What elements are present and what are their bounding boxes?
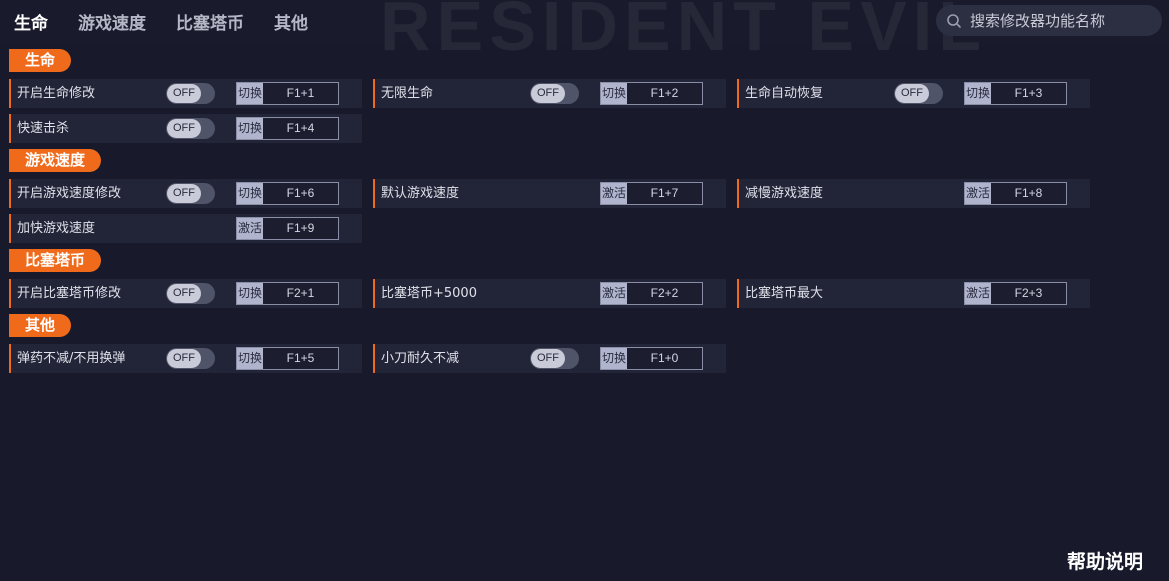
cheat-row: 减慢游戏速度 激活 F1+8 xyxy=(737,179,1090,208)
hotkey-mode-label: 切换 xyxy=(237,118,263,139)
search-icon xyxy=(947,13,961,28)
toggle-knob: OFF xyxy=(531,349,565,368)
toggle-knob: OFF xyxy=(167,119,201,138)
hotkey-field[interactable]: 切换 F1+2 xyxy=(600,82,703,105)
section-header: 游戏速度 xyxy=(9,149,102,172)
hotkey-key: F2+1 xyxy=(263,283,338,304)
cheat-toggle[interactable]: OFF xyxy=(166,283,215,304)
hotkey-field[interactable]: 激活 F2+2 xyxy=(600,282,703,305)
cheat-label: 比塞塔币最大 xyxy=(745,286,824,301)
tab-game-speed[interactable]: 游戏速度 xyxy=(78,3,146,40)
hotkey-field[interactable]: 激活 F1+8 xyxy=(964,182,1067,205)
cheat-toggle[interactable]: OFF xyxy=(166,118,215,139)
hotkey-key: F1+3 xyxy=(991,83,1066,104)
cheat-row: 比塞塔币最大 激活 F2+3 xyxy=(737,279,1090,308)
hotkey-mode-label: 切换 xyxy=(601,348,627,369)
tab-life[interactable]: 生命 xyxy=(14,3,48,40)
cheat-row: 无限生命 OFF 切换 F1+2 xyxy=(373,79,726,108)
hotkey-mode-label: 激活 xyxy=(601,283,627,304)
cheat-row: 开启游戏速度修改 OFF 切换 F1+6 xyxy=(9,179,362,208)
tab-peseta[interactable]: 比塞塔币 xyxy=(176,3,244,40)
hotkey-mode-label: 激活 xyxy=(601,183,627,204)
cheat-toggle[interactable]: OFF xyxy=(530,83,579,104)
cheat-label: 开启比塞塔币修改 xyxy=(17,286,122,301)
cheat-row: 生命自动恢复 OFF 切换 F1+3 xyxy=(737,79,1090,108)
top-bar: RESIDENT EVIL 生命 游戏速度 比塞塔币 其他 xyxy=(0,0,1169,65)
hotkey-key: F1+7 xyxy=(627,183,702,204)
hotkey-field[interactable]: 切换 F1+5 xyxy=(236,347,339,370)
tab-bar: 生命 游戏速度 比塞塔币 其他 xyxy=(14,0,338,42)
toggle-knob: OFF xyxy=(167,349,201,368)
hotkey-key: F1+9 xyxy=(263,218,338,239)
toggle-knob: OFF xyxy=(167,84,201,103)
cheat-label: 小刀耐久不减 xyxy=(381,351,460,366)
toggle-knob: OFF xyxy=(167,184,201,203)
hotkey-field[interactable]: 切换 F2+1 xyxy=(236,282,339,305)
hotkey-mode-label: 切换 xyxy=(237,283,263,304)
search-input[interactable] xyxy=(968,10,1162,31)
cheat-row: 小刀耐久不减 OFF 切换 F1+0 xyxy=(373,344,726,373)
hotkey-field[interactable]: 切换 F1+3 xyxy=(964,82,1067,105)
cheat-label: 无限生命 xyxy=(381,86,434,101)
cheat-row: 开启生命修改 OFF 切换 F1+1 xyxy=(9,79,362,108)
cheat-row: 加快游戏速度 激活 F1+9 xyxy=(9,214,362,243)
hotkey-field[interactable]: 切换 F1+6 xyxy=(236,182,339,205)
cheat-toggle[interactable]: OFF xyxy=(166,83,215,104)
background-logo-watermark: RESIDENT EVIL xyxy=(380,0,987,65)
cheat-toggle[interactable]: OFF xyxy=(530,348,579,369)
hotkey-mode-label: 激活 xyxy=(965,283,991,304)
hotkey-field[interactable]: 激活 F1+9 xyxy=(236,217,339,240)
toggle-knob: OFF xyxy=(167,284,201,303)
tab-other[interactable]: 其他 xyxy=(274,3,308,40)
hotkey-mode-label: 切换 xyxy=(237,83,263,104)
cheat-row: 比塞塔币+5000 激活 F2+2 xyxy=(373,279,726,308)
hotkey-key: F1+4 xyxy=(263,118,338,139)
cheat-label: 弹药不减/不用换弹 xyxy=(17,351,126,366)
section-header: 比塞塔币 xyxy=(9,249,102,272)
cheat-row: 弹药不减/不用换弹 OFF 切换 F1+5 xyxy=(9,344,362,373)
hotkey-field[interactable]: 激活 F2+3 xyxy=(964,282,1067,305)
cheat-label: 减慢游戏速度 xyxy=(745,186,824,201)
toggle-knob: OFF xyxy=(895,84,929,103)
hotkey-mode-label: 切换 xyxy=(601,83,627,104)
hotkey-mode-label: 切换 xyxy=(965,83,991,104)
hotkey-key: F1+6 xyxy=(263,183,338,204)
section-header: 其他 xyxy=(9,314,72,337)
help-button[interactable]: 帮助说明 xyxy=(1067,547,1143,574)
hotkey-key: F1+2 xyxy=(627,83,702,104)
hotkey-key: F1+8 xyxy=(991,183,1066,204)
cheat-row: 快速击杀 OFF 切换 F1+4 xyxy=(9,114,362,143)
toggle-knob: OFF xyxy=(531,84,565,103)
cheat-row: 开启比塞塔币修改 OFF 切换 F2+1 xyxy=(9,279,362,308)
hotkey-mode-label: 激活 xyxy=(237,218,263,239)
hotkey-field[interactable]: 激活 F1+7 xyxy=(600,182,703,205)
hotkey-mode-label: 切换 xyxy=(237,183,263,204)
cheat-label: 默认游戏速度 xyxy=(381,186,460,201)
cheat-label: 开启游戏速度修改 xyxy=(17,186,122,201)
section-header: 生命 xyxy=(9,49,72,72)
hotkey-key: F1+1 xyxy=(263,83,338,104)
hotkey-mode-label: 激活 xyxy=(965,183,991,204)
hotkey-key: F2+2 xyxy=(627,283,702,304)
hotkey-field[interactable]: 切换 F1+0 xyxy=(600,347,703,370)
cheat-toggle[interactable]: OFF xyxy=(166,183,215,204)
search-box[interactable] xyxy=(936,5,1162,36)
cheat-row: 默认游戏速度 激活 F1+7 xyxy=(373,179,726,208)
cheat-toggle[interactable]: OFF xyxy=(894,83,943,104)
cheat-label: 开启生命修改 xyxy=(17,86,96,101)
hotkey-field[interactable]: 切换 F1+1 xyxy=(236,82,339,105)
hotkey-key: F1+0 xyxy=(627,348,702,369)
cheat-label: 比塞塔币+5000 xyxy=(381,286,477,301)
cheat-label: 生命自动恢复 xyxy=(745,86,824,101)
hotkey-mode-label: 切换 xyxy=(237,348,263,369)
hotkey-field[interactable]: 切换 F1+4 xyxy=(236,117,339,140)
hotkey-key: F2+3 xyxy=(991,283,1066,304)
cheat-toggle[interactable]: OFF xyxy=(166,348,215,369)
hotkey-key: F1+5 xyxy=(263,348,338,369)
cheat-label: 快速击杀 xyxy=(17,121,70,136)
cheat-label: 加快游戏速度 xyxy=(17,221,96,236)
